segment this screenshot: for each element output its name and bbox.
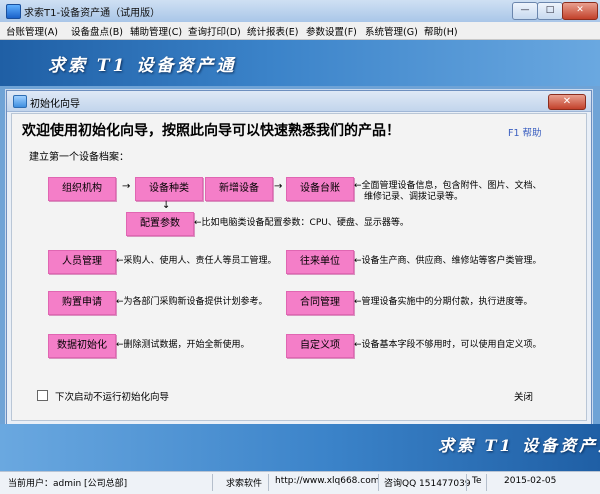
welcome-heading: 欢迎使用初始化向导，按照此向导可以快速熟悉我们的产品！ bbox=[22, 123, 400, 139]
footer-banner: 求索 T1 设备资产通 bbox=[0, 424, 600, 471]
status-date: 2015-02-05 bbox=[504, 476, 557, 486]
status-te: Te bbox=[472, 476, 482, 486]
menu-inventory[interactable]: 设备盘点(B) bbox=[71, 24, 123, 38]
status-divider bbox=[466, 474, 467, 491]
maximize-button[interactable]: □ bbox=[537, 2, 563, 20]
arrow-down-icon: ↓ bbox=[162, 200, 171, 211]
skip-wizard-checkbox[interactable] bbox=[37, 390, 48, 401]
contract-button[interactable]: 合同管理 bbox=[286, 291, 354, 315]
menu-help[interactable]: 帮助(H) bbox=[424, 24, 458, 38]
status-bar: 当前用户：admin [公司总部] 求索软件 http://www.xlq668… bbox=[0, 471, 600, 494]
status-divider bbox=[212, 474, 213, 491]
ledger-button[interactable]: 设备台账 bbox=[286, 177, 354, 201]
window-titlebar: 求索T1-设备资产通（试用版） — □ ✕ bbox=[0, 0, 600, 23]
close-window-button[interactable]: ✕ bbox=[562, 2, 598, 20]
status-company: 求索软件 bbox=[226, 479, 263, 489]
menu-parameters[interactable]: 参数设置(F) bbox=[306, 24, 357, 38]
product-logo: 求索 T1 设备资产通 bbox=[48, 56, 237, 76]
personnel-description: ←采购人、使用人、责任人等员工管理。 bbox=[116, 256, 277, 266]
app-icon bbox=[6, 4, 21, 19]
close-button[interactable]: 关闭 bbox=[514, 389, 533, 403]
contacts-button[interactable]: 往来单位 bbox=[286, 250, 354, 274]
wizard-panel: 欢迎使用初始化向导，按照此向导可以快速熟悉我们的产品！ F1 帮助 建立第一个设… bbox=[11, 113, 587, 421]
data-init-button[interactable]: 数据初始化 bbox=[48, 334, 116, 358]
status-divider bbox=[268, 474, 269, 491]
personnel-button[interactable]: 人员管理 bbox=[48, 250, 116, 274]
purchase-button[interactable]: 购置申请 bbox=[48, 291, 116, 315]
purchase-description: ←为各部门采购新设备提供计划参考。 bbox=[116, 297, 268, 307]
status-website: http://www.xlq668.com bbox=[275, 476, 380, 486]
contacts-description: ←设备生产商、供应商、维修站等客户类管理。 bbox=[354, 256, 542, 266]
dialog-title: 初始化向导 bbox=[30, 99, 80, 110]
category-button[interactable]: 设备种类 bbox=[135, 177, 203, 201]
header-banner: 求索 T1 设备资产通 bbox=[0, 40, 600, 86]
menu-ledger[interactable]: 台账管理(A) bbox=[6, 24, 58, 38]
org-button[interactable]: 组织机构 bbox=[48, 177, 116, 201]
custom-description: ←设备基本字段不够用时，可以使用自定义项。 bbox=[354, 340, 542, 350]
add-device-button[interactable]: 新增设备 bbox=[205, 177, 273, 201]
config-params-button[interactable]: 配置参数 bbox=[126, 212, 194, 236]
minimize-button[interactable]: — bbox=[512, 2, 538, 20]
custom-fields-button[interactable]: 自定义项 bbox=[286, 334, 354, 358]
ledger-description-2: 维修记录、调拨记录等。 bbox=[364, 192, 464, 202]
wizard-icon bbox=[13, 95, 27, 108]
menu-auxiliary[interactable]: 辅助管理(C) bbox=[130, 24, 182, 38]
dialog-titlebar: 初始化向导 ✕ bbox=[7, 91, 591, 112]
status-divider bbox=[378, 474, 379, 491]
skip-wizard-label: 下次启动不运行初始化向导 bbox=[55, 392, 170, 403]
dialog-close-icon[interactable]: ✕ bbox=[548, 94, 586, 110]
section-subtitle: 建立第一个设备档案： bbox=[29, 152, 129, 163]
arrow-right-icon: → bbox=[122, 181, 131, 192]
menu-query-print[interactable]: 查询打印(D) bbox=[188, 24, 241, 38]
ledger-description: ←全面管理设备信息，包含附件、图片、文档、 bbox=[354, 181, 542, 191]
help-link[interactable]: F1 帮助 bbox=[508, 125, 542, 139]
status-qq: 咨询QQ 151477039 bbox=[384, 479, 471, 489]
data-init-description: ←删除测试数据，开始全新使用。 bbox=[116, 340, 250, 350]
init-wizard-dialog: 初始化向导 ✕ 欢迎使用初始化向导，按照此向导可以快速熟悉我们的产品！ F1 帮… bbox=[6, 90, 592, 426]
status-divider bbox=[486, 474, 487, 491]
config-description: ←比如电脑类设备配置参数：CPU、硬盘、显示器等。 bbox=[194, 218, 409, 228]
arrow-right-icon: → bbox=[274, 181, 283, 192]
status-user: 当前用户：admin [公司总部] bbox=[8, 479, 128, 489]
contract-description: ←管理设备实施中的分期付款，执行进度等。 bbox=[354, 297, 533, 307]
window-title: 求索T1-设备资产通（试用版） bbox=[24, 8, 161, 19]
menu-bar: 台账管理(A) 设备盘点(B) 辅助管理(C) 查询打印(D) 统计报表(E) … bbox=[0, 22, 600, 40]
footer-logo: 求索 T1 设备资产通 bbox=[438, 436, 600, 455]
menu-system[interactable]: 系统管理(G) bbox=[365, 24, 418, 38]
menu-reports[interactable]: 统计报表(E) bbox=[247, 24, 298, 38]
